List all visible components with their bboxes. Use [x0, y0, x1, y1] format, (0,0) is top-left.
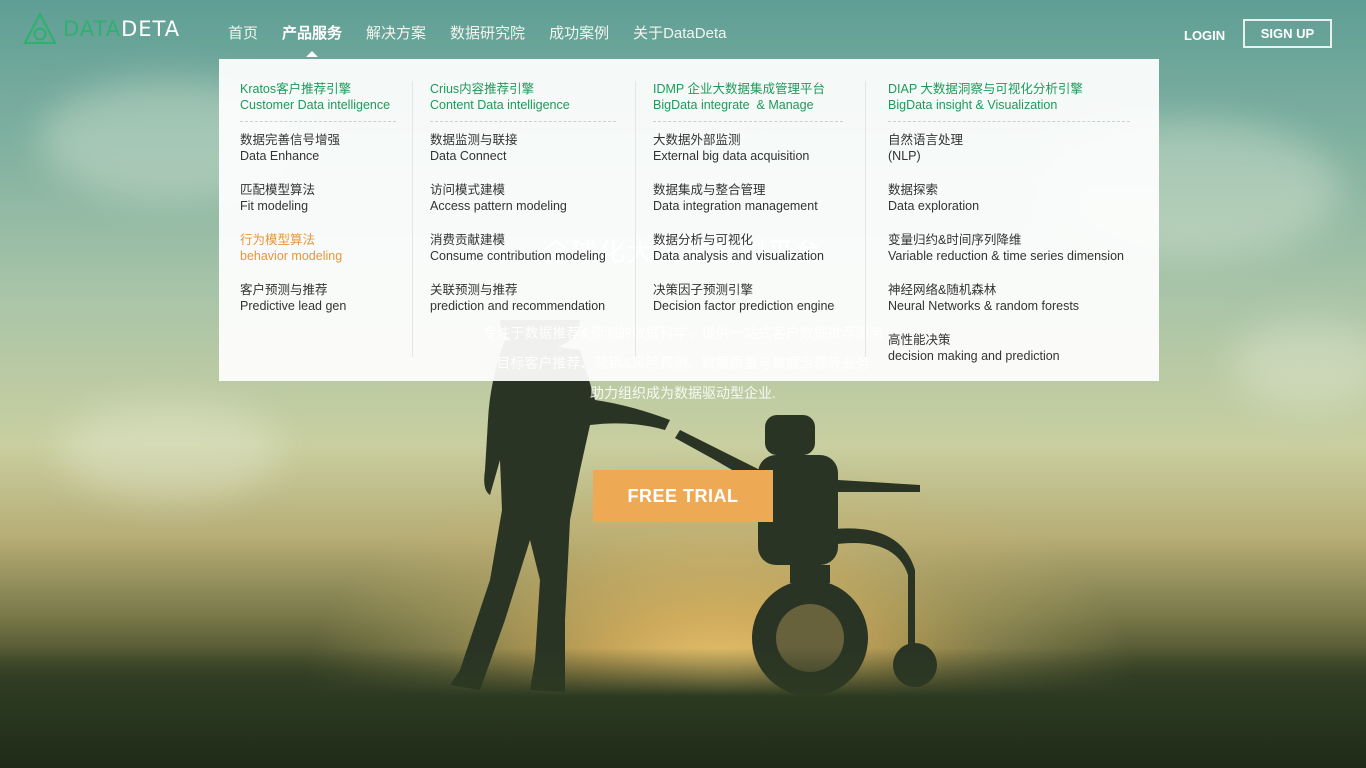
- hero-desc-line: 助力组织成为数据驱动型企业.: [590, 385, 776, 401]
- menu-item-cn: 数据完善信号增强: [240, 133, 341, 147]
- products-mega-menu: Kratos客户推荐引擎 Customer Data intelligence …: [219, 59, 1159, 381]
- logo-triangle-icon: [23, 12, 57, 45]
- menu-item-en: prediction and recommendation: [430, 299, 606, 313]
- menu-item-cn: 匹配模型算法: [240, 183, 316, 197]
- menu-item-en: External big data acquisition: [653, 149, 810, 163]
- menu-item-cn: 高性能决策: [888, 333, 951, 347]
- menu-column-crius: Crius内容推荐引擎 Content Data intelligence 数据…: [430, 81, 616, 359]
- nav-item-research[interactable]: 数据研究院: [438, 22, 537, 46]
- menu-item[interactable]: 高性能决策 decision making and prediction: [888, 332, 1130, 364]
- menu-item-cn: 消费贡献建模: [430, 233, 506, 247]
- menu-item-en: Data Enhance: [240, 149, 320, 163]
- header-cn: Crius内容推荐引擎: [430, 82, 535, 96]
- header-en: BigData insight & Visualization: [888, 98, 1058, 112]
- free-trial-button[interactable]: FREE TRIAL: [593, 470, 773, 522]
- menu-item[interactable]: 数据分析与可视化 Data analysis and visualization: [653, 232, 843, 264]
- signup-button[interactable]: SIGN UP: [1243, 19, 1332, 48]
- menu-item-en: (NLP): [888, 149, 921, 163]
- menu-item-en: Predictive lead gen: [240, 299, 347, 313]
- menu-item[interactable]: 访问模式建模 Access pattern modeling: [430, 182, 616, 214]
- menu-column-idmp: IDMP 企业大数据集成管理平台 BigData integrate & Man…: [653, 81, 843, 359]
- menu-item[interactable]: 数据监测与联接 Data Connect: [430, 132, 616, 164]
- menu-item-en: decision making and prediction: [888, 349, 1060, 363]
- brand-logo[interactable]: DATADETA: [23, 12, 180, 46]
- menu-item-cn: 神经网络&随机森林: [888, 283, 997, 297]
- menu-column-header[interactable]: Kratos客户推荐引擎 Customer Data intelligence: [240, 81, 396, 122]
- menu-item-cn: 数据监测与联接: [430, 133, 518, 147]
- nav-item-home[interactable]: 首页: [216, 22, 270, 46]
- grass-ground: [0, 648, 1366, 768]
- menu-item[interactable]: 大数据外部监测 External big data acquisition: [653, 132, 843, 164]
- hero-banner: 全球化大数据预测平台 专注于数据推荐&预测的数据科学，提供一站式客户数据推荐服务…: [0, 0, 1366, 768]
- main-nav: 首页 产品服务 解决方案 数据研究院 成功案例 关于DataDeta: [216, 22, 738, 57]
- menu-item-cn: 大数据外部监测: [653, 133, 741, 147]
- menu-item-cn: 决策因子预测引擎: [653, 283, 754, 297]
- login-link[interactable]: LOGIN: [1184, 28, 1225, 43]
- menu-item[interactable]: 神经网络&随机森林 Neural Networks & random fores…: [888, 282, 1130, 314]
- column-divider: [635, 81, 636, 357]
- header-cn: Kratos客户推荐引擎: [240, 82, 352, 96]
- dropdown-caret-icon: [306, 51, 319, 57]
- menu-item-en: Data integration management: [653, 199, 818, 213]
- header-en: Content Data intelligence: [430, 98, 570, 112]
- column-divider: [865, 81, 866, 357]
- menu-item[interactable]: 关联预测与推荐 prediction and recommendation: [430, 282, 616, 314]
- menu-column-header[interactable]: IDMP 企业大数据集成管理平台 BigData integrate & Man…: [653, 81, 843, 122]
- menu-item-en: Consume contribution modeling: [430, 249, 606, 263]
- logo-text: DATADETA: [63, 17, 180, 41]
- menu-item-en: Data Connect: [430, 149, 507, 163]
- menu-item[interactable]: 数据完善信号增强 Data Enhance: [240, 132, 396, 164]
- logo-text-right: DETA: [121, 17, 181, 41]
- menu-item[interactable]: 变量归约&时间序列降维 Variable reduction & time se…: [888, 232, 1130, 264]
- menu-item-en: Fit modeling: [240, 199, 309, 213]
- menu-item[interactable]: 决策因子预测引擎 Decision factor prediction engi…: [653, 282, 843, 314]
- menu-column-header[interactable]: Crius内容推荐引擎 Content Data intelligence: [430, 81, 616, 122]
- menu-item-en: Data exploration: [888, 199, 980, 213]
- menu-item[interactable]: 消费贡献建模 Consume contribution modeling: [430, 232, 616, 264]
- nav-item-products[interactable]: 产品服务: [270, 22, 354, 57]
- menu-item-en: Variable reduction & time series dimensi…: [888, 249, 1124, 263]
- menu-item-cn: 访问模式建模: [430, 183, 506, 197]
- menu-column-diap: DIAP 大数据洞察与可视化分析引擎 BigData insight & Vis…: [888, 81, 1130, 363]
- menu-item[interactable]: 数据探索 Data exploration: [888, 182, 1130, 214]
- menu-item-cn: 行为模型算法: [240, 233, 316, 247]
- header-cn: DIAP 大数据洞察与可视化分析引擎: [888, 82, 1083, 96]
- nav-item-about[interactable]: 关于DataDeta: [621, 22, 738, 46]
- header-en: Customer Data intelligence: [240, 98, 391, 112]
- menu-column-kratos: Kratos客户推荐引擎 Customer Data intelligence …: [240, 81, 396, 359]
- menu-item-en: Decision factor prediction engine: [653, 299, 835, 313]
- menu-item-cn: 自然语言处理: [888, 133, 964, 147]
- menu-item[interactable]: 匹配模型算法 Fit modeling: [240, 182, 396, 214]
- nav-item-solutions[interactable]: 解决方案: [354, 22, 438, 46]
- menu-item-cn: 变量归约&时间序列降维: [888, 233, 1022, 247]
- menu-item-en: Data analysis and visualization: [653, 249, 824, 263]
- menu-item-en: behavior modeling: [240, 249, 343, 263]
- menu-item-en: Access pattern modeling: [430, 199, 567, 213]
- menu-item-cn: 客户预测与推荐: [240, 283, 328, 297]
- cloud-decoration: [60, 400, 280, 500]
- menu-item-cn: 关联预测与推荐: [430, 283, 518, 297]
- menu-item-en: Neural Networks & random forests: [888, 299, 1080, 313]
- menu-item[interactable]: 数据集成与整合管理 Data integration management: [653, 182, 843, 214]
- menu-item-cn: 数据探索: [888, 183, 939, 197]
- menu-column-header[interactable]: DIAP 大数据洞察与可视化分析引擎 BigData insight & Vis…: [888, 81, 1130, 122]
- header-en: BigData integrate & Manage: [653, 98, 814, 112]
- menu-item[interactable]: 自然语言处理 (NLP): [888, 132, 1130, 164]
- nav-item-cases[interactable]: 成功案例: [537, 22, 621, 46]
- menu-item-cn: 数据分析与可视化: [653, 233, 754, 247]
- menu-item[interactable]: 客户预测与推荐 Predictive lead gen: [240, 282, 396, 314]
- nav-item-label: 产品服务: [282, 25, 343, 42]
- menu-item-cn: 数据集成与整合管理: [653, 183, 766, 197]
- column-divider: [412, 81, 413, 357]
- logo-text-left: DATA: [63, 17, 122, 41]
- header-cn: IDMP 企业大数据集成管理平台: [653, 82, 825, 96]
- menu-item-hovered[interactable]: 行为模型算法 behavior modeling: [240, 232, 396, 264]
